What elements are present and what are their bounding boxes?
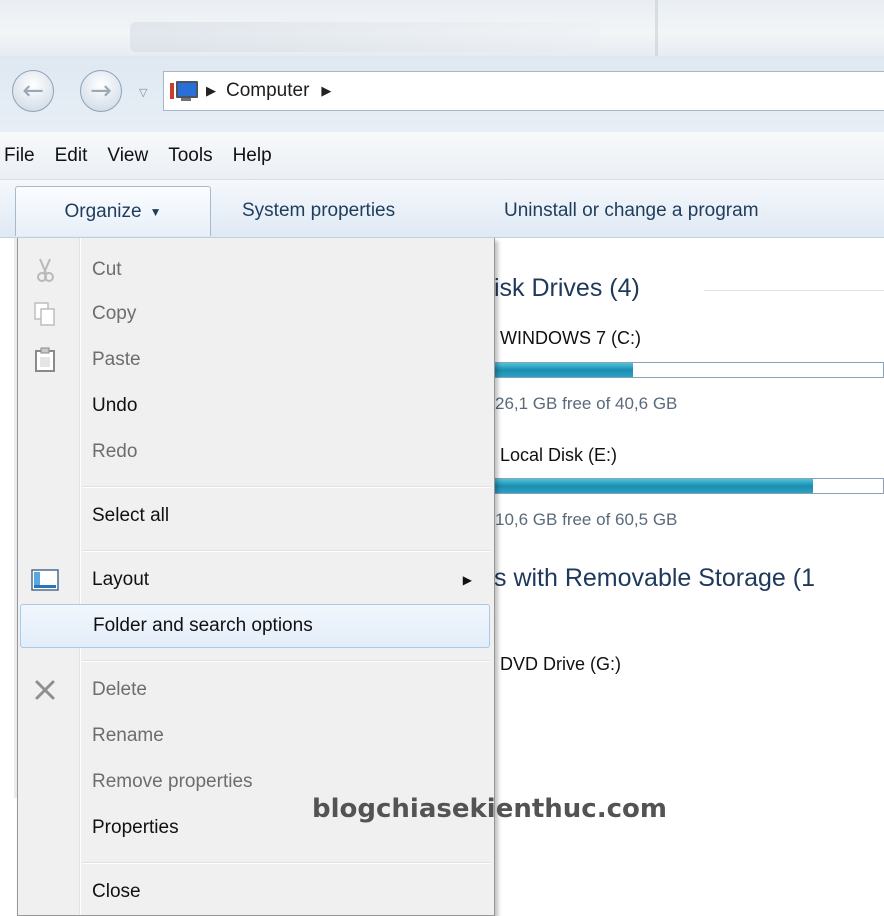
folder-search-options-label: Folder and search options: [93, 615, 313, 636]
hard-disk-group-header[interactable]: isk Drives (4): [494, 274, 640, 303]
menu-item-rename[interactable]: Rename: [18, 714, 494, 758]
forward-button[interactable]: →: [80, 70, 122, 112]
command-bar: Organize ▼ System properties Uninstall o…: [0, 180, 884, 238]
menu-item-close[interactable]: Close: [18, 870, 494, 914]
cut-label: Cut: [92, 259, 122, 280]
breadcrumb-arrow-icon[interactable]: ▶: [321, 84, 331, 99]
menu-item-paste[interactable]: Paste: [18, 338, 494, 382]
watermark-text: blogchiasekienthuc.com: [312, 794, 667, 824]
drive-c-usage-fill: [493, 363, 634, 377]
redo-label: Redo: [92, 441, 138, 462]
menu-separator: [82, 550, 490, 552]
delete-x-icon: [28, 675, 62, 705]
menu-separator: [82, 660, 490, 662]
menu-help[interactable]: Help: [233, 145, 284, 167]
menu-item-cut[interactable]: Cut: [18, 248, 494, 292]
title-bar-divider: [655, 0, 658, 56]
menu-item-select-all[interactable]: Select all: [18, 494, 494, 538]
select-all-label: Select all: [92, 505, 170, 526]
menu-item-delete[interactable]: Delete: [18, 668, 494, 712]
close-label: Close: [92, 881, 141, 902]
drive-c-name[interactable]: WINDOWS 7 (C:): [500, 328, 641, 349]
menu-separator: [82, 486, 490, 488]
drive-e-free-space: 10,6 GB free of 60,5 GB: [495, 510, 678, 529]
menu-view[interactable]: View: [107, 145, 160, 167]
rename-label: Rename: [92, 725, 164, 746]
properties-label: Properties: [92, 817, 179, 838]
organize-button[interactable]: Organize ▼: [15, 186, 211, 236]
copy-icon: [28, 299, 62, 329]
forward-arrow-icon: →: [90, 76, 112, 106]
menu-item-copy[interactable]: Copy: [18, 292, 494, 336]
menu-item-redo[interactable]: Redo: [18, 430, 494, 474]
group-divider: [704, 290, 884, 291]
uninstall-program-button[interactable]: Uninstall or change a program: [504, 200, 759, 222]
clipboard-icon: [28, 345, 62, 375]
back-arrow-icon: ←: [22, 76, 44, 106]
system-properties-button[interactable]: System properties: [242, 200, 395, 222]
undo-label: Undo: [92, 395, 138, 416]
back-button[interactable]: ←: [12, 70, 54, 112]
drive-e-usage-fill: [493, 479, 813, 493]
history-dropdown-icon[interactable]: ▽: [139, 86, 147, 99]
title-bar-blur: [130, 22, 600, 52]
breadcrumb-computer[interactable]: Computer: [226, 80, 309, 102]
menu-tools[interactable]: Tools: [168, 145, 224, 167]
drive-e-usage-bar: [492, 478, 884, 494]
removable-storage-group-header[interactable]: s with Removable Storage (1: [494, 564, 815, 593]
drive-e-name[interactable]: Local Disk (E:): [500, 445, 617, 466]
remove-properties-label: Remove properties: [92, 771, 253, 792]
organize-label: Organize: [64, 200, 142, 222]
menu-item-undo[interactable]: Undo: [18, 384, 494, 428]
paste-label: Paste: [92, 349, 141, 370]
computer-icon: [170, 79, 200, 103]
submenu-arrow-icon: ▶: [462, 573, 472, 587]
address-row: ← → ▽ ▶ Computer ▶: [0, 56, 884, 132]
menu-file[interactable]: File: [4, 145, 47, 167]
menu-bar: File Edit View Tools Help: [0, 132, 884, 180]
menu-item-layout[interactable]: Layout ▶: [18, 558, 494, 602]
window-title-bar: [0, 0, 884, 56]
drive-c-free-space: 26,1 GB free of 40,6 GB: [495, 394, 678, 413]
menu-separator: [82, 862, 490, 864]
menu-edit[interactable]: Edit: [55, 145, 100, 167]
layout-icon: [28, 565, 62, 595]
scissors-icon: [28, 255, 62, 285]
menu-item-folder-search-options[interactable]: Folder and search options: [20, 604, 490, 648]
chevron-down-icon: ▼: [149, 204, 162, 219]
dvd-drive-name[interactable]: DVD Drive (G:): [500, 654, 621, 675]
delete-label: Delete: [92, 679, 147, 700]
drive-c-usage-bar: [492, 362, 884, 378]
layout-label: Layout: [92, 569, 150, 590]
copy-label: Copy: [92, 303, 137, 324]
address-bar[interactable]: ▶ Computer ▶: [163, 71, 884, 111]
breadcrumb-arrow-icon[interactable]: ▶: [206, 84, 216, 99]
